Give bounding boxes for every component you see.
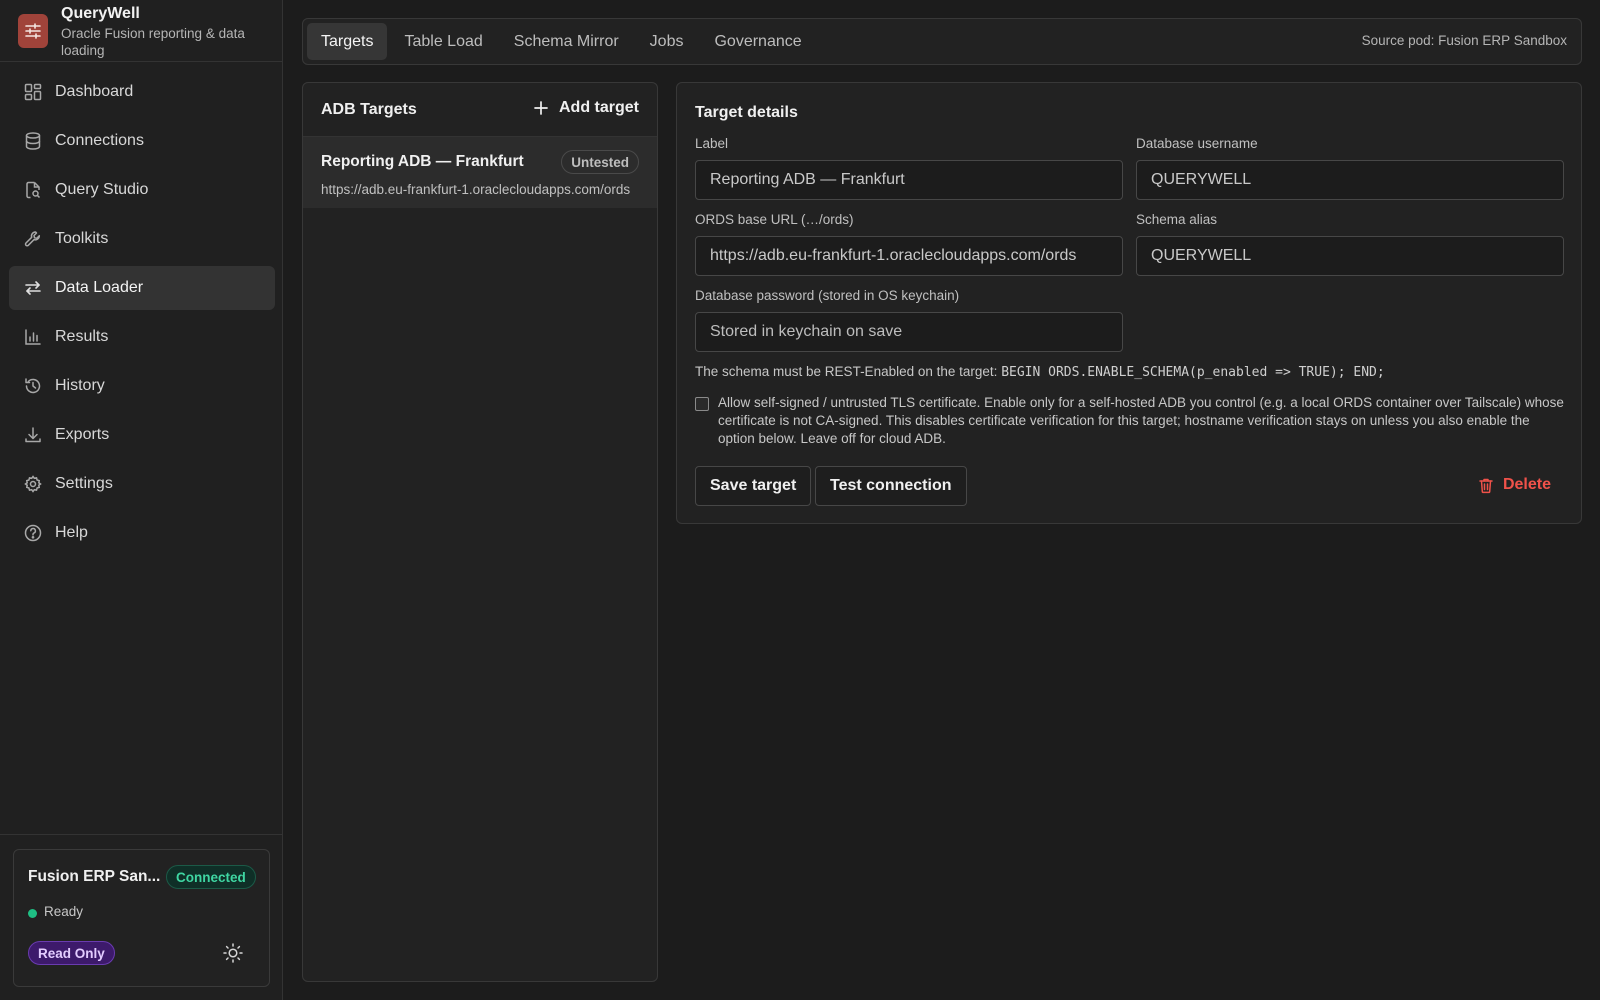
sidebar-item-query-studio[interactable]: Query Studio [9,168,275,212]
allow-self-signed-checkbox[interactable] [695,397,709,411]
add-target-button[interactable]: Add target [533,99,639,117]
gear-icon [23,474,43,494]
ords-base-url-input[interactable] [695,236,1123,276]
connection-status-badge: Connected [166,865,256,889]
target-details-panel: Target details Label Database username O… [676,82,1582,524]
sidebar-item-dashboard[interactable]: Dashboard [9,70,275,114]
save-target-button[interactable]: Save target [695,466,812,506]
sidebar-item-label: Exports [55,426,110,443]
target-status-badge: Untested [561,150,639,174]
sidebar-item-exports[interactable]: Exports [9,413,275,457]
dashboard-icon [23,82,43,102]
rest-enable-sql: BEGIN ORDS.ENABLE_SCHEMA(p_enabled => TR… [1001,365,1385,380]
sidebar-item-results[interactable]: Results [9,315,275,359]
schema-alias-field-label: Schema alias [1136,212,1218,227]
history-icon [23,376,43,396]
bar-chart-icon [23,327,43,347]
sidebar-item-label: Query Studio [55,181,149,198]
target-list-item[interactable]: Reporting ADB — Frankfurt Untested https… [303,137,657,208]
username-field-label: Database username [1136,136,1258,151]
connection-card[interactable]: Fusion ERP San... Connected Ready Read O… [13,849,270,987]
ready-status-dot [28,909,37,918]
rest-enable-note-text: The schema must be REST-Enabled on the t… [695,364,998,379]
data-loader-tabs: Targets Table Load Schema Mirror Jobs Go… [302,18,1582,65]
targets-list-title: ADB Targets [321,101,417,118]
app-logo-sliders-icon [18,14,48,48]
help-circle-icon [23,523,43,543]
trash-icon [1478,477,1494,494]
schema-alias-input[interactable] [1136,236,1564,276]
targets-list-header: ADB Targets Add target [303,83,657,137]
file-search-icon [23,180,43,200]
plus-icon [533,100,549,116]
adb-targets-panel: ADB Targets Add target Reporting ADB — F… [302,82,658,982]
tls-option-description: Allow self-signed / untrusted TLS certif… [718,395,1564,446]
download-icon [23,425,43,445]
sidebar-nav: Dashboard Connections Query Studio Toolk… [9,70,275,560]
sidebar-item-label: Connections [55,132,144,149]
password-field-label: Database password (stored in OS keychain… [695,288,960,303]
connection-state: Ready [44,904,84,919]
wrench-icon [23,229,43,249]
tab-table-load[interactable]: Table Load [390,23,496,60]
sidebar-item-label: Data Loader [55,279,144,296]
add-target-label: Add target [559,99,639,116]
sidebar-item-label: Results [55,328,109,345]
target-details-title: Target details [695,104,798,121]
arrows-exchange-icon [23,278,43,298]
sidebar-item-label: Toolkits [55,230,109,247]
connection-name: Fusion ERP San... [28,868,161,885]
sidebar-item-toolkits[interactable]: Toolkits [9,217,275,261]
label-field-label: Label [695,136,729,151]
delete-label: Delete [1502,476,1551,493]
sidebar-item-label: Help [55,524,88,541]
app-name: QueryWell [61,5,140,22]
source-pod-label: Source pod: Fusion ERP Sandbox [1361,33,1567,48]
database-password-input[interactable] [695,312,1123,352]
tab-governance[interactable]: Governance [700,23,815,60]
sidebar-item-label: History [55,377,105,394]
rest-enable-note: The schema must be REST-Enabled on the t… [695,364,1385,380]
tab-schema-mirror[interactable]: Schema Mirror [500,23,633,60]
label-input[interactable] [695,160,1123,200]
test-connection-button[interactable]: Test connection [815,466,967,506]
sidebar-item-settings[interactable]: Settings [9,462,275,506]
read-only-badge: Read Only [28,941,115,965]
sidebar: QueryWell Oracle Fusion reporting & data… [0,0,283,1000]
sidebar-item-data-loader[interactable]: Data Loader [9,266,275,310]
database-icon [23,131,43,151]
tab-jobs[interactable]: Jobs [636,23,698,60]
sidebar-item-history[interactable]: History [9,364,275,408]
tab-targets[interactable]: Targets [307,23,388,60]
ords-url-field-label: ORDS base URL (…/ords) [695,212,854,227]
sidebar-item-label: Settings [55,475,113,492]
target-item-url: https://adb.eu-frankfurt-1.oraclecloudap… [321,182,631,197]
app-subtitle: Oracle Fusion reporting & data loading [61,26,245,58]
delete-target-button[interactable]: Delete [1478,476,1551,494]
database-username-input[interactable] [1136,160,1564,200]
sidebar-item-help[interactable]: Help [9,511,275,555]
target-item-name: Reporting ADB — Frankfurt [321,153,524,170]
sidebar-footer: Fusion ERP San... Connected Ready Read O… [0,834,283,1000]
sidebar-item-connections[interactable]: Connections [9,119,275,163]
theme-toggle-sun-icon[interactable] [222,942,244,964]
sidebar-item-label: Dashboard [55,83,134,100]
brand-header: QueryWell Oracle Fusion reporting & data… [0,0,282,62]
